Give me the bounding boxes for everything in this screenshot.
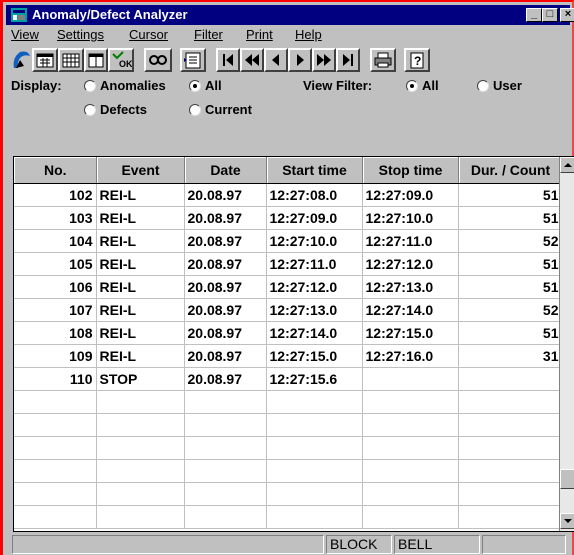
svg-text:OK: OK bbox=[119, 59, 132, 69]
menu-cursor[interactable]: Cursor bbox=[129, 27, 168, 42]
find-icon[interactable] bbox=[144, 48, 172, 72]
view-filter-user-radio[interactable]: User bbox=[477, 78, 522, 93]
status-bell: BELL bbox=[394, 535, 480, 554]
rewind-icon[interactable] bbox=[240, 48, 264, 72]
table-row[interactable] bbox=[14, 505, 563, 529]
table-row[interactable] bbox=[14, 436, 563, 460]
radio-checked-icon bbox=[189, 79, 201, 92]
menu-bar: View Settings Cursor Filter Print Help bbox=[6, 25, 570, 44]
toolbar: OK ? bbox=[6, 44, 570, 74]
fast-forward-icon[interactable] bbox=[312, 48, 336, 72]
status-pane-extra bbox=[482, 535, 566, 554]
app-logo-icon bbox=[10, 48, 32, 72]
radio-icon bbox=[84, 103, 96, 116]
table-row[interactable]: 106 REI-L 20.08.97 12:27:12.0 12:27:13.0 51 bbox=[14, 275, 563, 299]
menu-settings[interactable]: Settings bbox=[57, 27, 104, 42]
table-row[interactable]: 102 REI-L 20.08.97 12:27:08.0 12:27:09.0 51 bbox=[14, 183, 563, 207]
column-header[interactable]: Stop time bbox=[362, 157, 459, 184]
first-icon[interactable] bbox=[216, 48, 240, 72]
app-icon bbox=[10, 7, 28, 23]
calendar-icon[interactable] bbox=[32, 48, 58, 72]
table-row[interactable] bbox=[14, 390, 563, 414]
app-window: Anomaly/Defect Analyzer _ □ × View Setti… bbox=[0, 0, 574, 555]
display-current-radio[interactable]: Current bbox=[189, 102, 252, 117]
table-row[interactable]: 110 STOP 20.08.97 12:27:15.6 bbox=[14, 367, 563, 391]
prev-icon[interactable] bbox=[264, 48, 288, 72]
radio-icon bbox=[477, 79, 489, 92]
radio-checked-icon bbox=[406, 79, 418, 92]
close-icon[interactable]: × bbox=[560, 8, 574, 22]
vertical-scrollbar[interactable] bbox=[559, 157, 574, 531]
table-row[interactable]: 105 REI-L 20.08.97 12:27:11.0 12:27:12.0 51 bbox=[14, 252, 563, 276]
column-header[interactable]: No. bbox=[14, 157, 97, 184]
table-row[interactable] bbox=[14, 413, 563, 437]
view-filter-label: View Filter: bbox=[303, 78, 373, 93]
view-filter-all-radio[interactable]: All bbox=[406, 78, 439, 93]
scroll-down-icon[interactable] bbox=[560, 513, 574, 529]
scroll-up-icon[interactable] bbox=[560, 157, 574, 173]
print-icon[interactable] bbox=[370, 48, 396, 72]
table-row[interactable]: 108 REI-L 20.08.97 12:27:14.0 12:27:15.0 51 bbox=[14, 321, 563, 345]
status-bar: BLOCK BELL bbox=[6, 533, 570, 555]
table-row[interactable] bbox=[14, 482, 563, 506]
last-icon[interactable] bbox=[336, 48, 360, 72]
radio-icon bbox=[189, 103, 201, 116]
options-panel: Display: Anomalies All View Filter: All … bbox=[6, 74, 570, 154]
window-title: Anomaly/Defect Analyzer bbox=[32, 7, 188, 22]
display-all-radio[interactable]: All bbox=[189, 78, 222, 93]
menu-filter[interactable]: Filter bbox=[194, 27, 223, 42]
table-header: No. Event Date Start time Stop time Dur.… bbox=[14, 157, 563, 184]
table-row[interactable] bbox=[14, 459, 563, 483]
menu-view[interactable]: View bbox=[11, 27, 39, 42]
menu-print[interactable]: Print bbox=[246, 27, 273, 42]
display-label: Display: bbox=[11, 78, 62, 93]
table-row[interactable]: 109 REI-L 20.08.97 12:27:15.0 12:27:16.0 31 bbox=[14, 344, 563, 368]
column-header[interactable]: Start time bbox=[266, 157, 363, 184]
ok-icon[interactable]: OK bbox=[108, 48, 134, 72]
status-block: BLOCK bbox=[326, 535, 392, 554]
grid-icon[interactable] bbox=[58, 48, 84, 72]
column-header[interactable]: Date bbox=[184, 157, 267, 184]
list-icon[interactable] bbox=[180, 48, 206, 72]
maximize-icon[interactable]: □ bbox=[542, 8, 558, 22]
status-pane-main bbox=[12, 535, 324, 554]
window-icon[interactable] bbox=[84, 48, 108, 72]
events-table[interactable]: No. Event Date Start time Stop time Dur.… bbox=[13, 156, 574, 532]
table-row[interactable]: 104 REI-L 20.08.97 12:27:10.0 12:27:11.0 52 bbox=[14, 229, 563, 253]
table-row[interactable]: 103 REI-L 20.08.97 12:27:09.0 12:27:10.0 51 bbox=[14, 206, 563, 230]
next-icon[interactable] bbox=[288, 48, 312, 72]
radio-icon bbox=[84, 79, 96, 92]
svg-text:?: ? bbox=[414, 54, 421, 68]
help-icon[interactable]: ? bbox=[404, 48, 430, 72]
column-header[interactable]: Dur. / Count bbox=[458, 157, 563, 184]
column-header[interactable]: Event bbox=[96, 157, 185, 184]
title-bar[interactable]: Anomaly/Defect Analyzer _ □ × bbox=[6, 5, 574, 25]
display-anomalies-radio[interactable]: Anomalies bbox=[84, 78, 166, 93]
table-row[interactable]: 107 REI-L 20.08.97 12:27:13.0 12:27:14.0 52 bbox=[14, 298, 563, 322]
scroll-thumb[interactable] bbox=[560, 469, 574, 489]
menu-help[interactable]: Help bbox=[295, 27, 322, 42]
minimize-icon[interactable]: _ bbox=[526, 8, 542, 22]
display-defects-radio[interactable]: Defects bbox=[84, 102, 147, 117]
